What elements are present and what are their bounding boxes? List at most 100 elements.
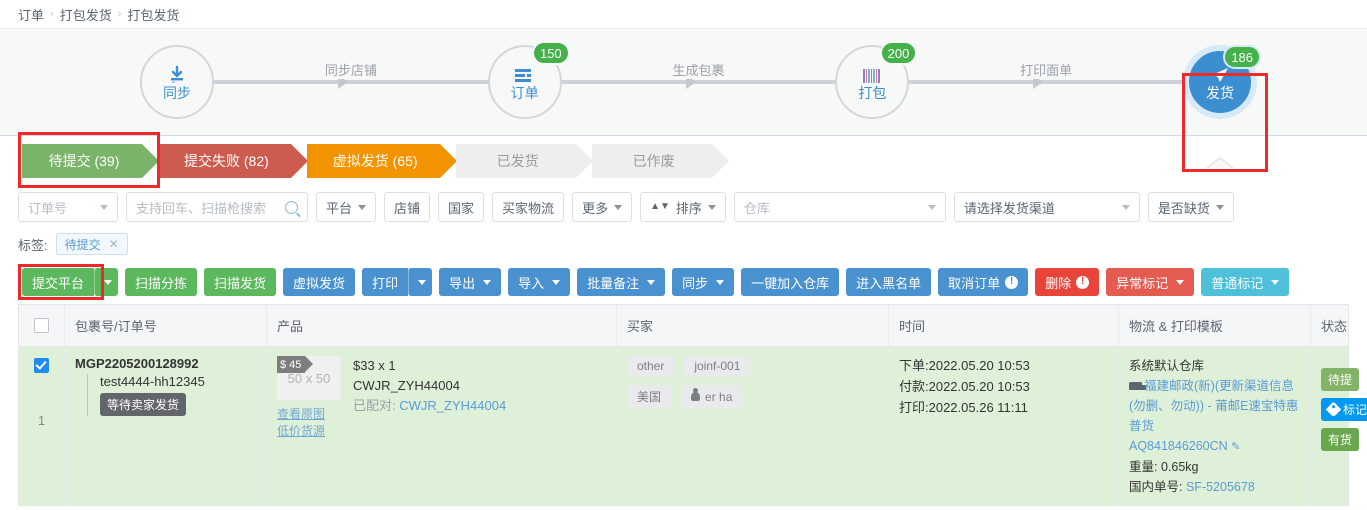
sub-order-block: test4444-hh12345 等待卖家发货 [87, 374, 256, 416]
scan-ship-button[interactable]: 扫描发货 [204, 268, 277, 296]
breadcrumb-item-1[interactable]: 打包发货 [60, 5, 112, 24]
submit-platform-dropdown-toggle[interactable] [94, 268, 119, 296]
step-badge-count: 150 [531, 41, 570, 65]
truck-icon [1129, 382, 1146, 390]
sync-button[interactable]: 同步 [672, 268, 735, 296]
order-field-select[interactable]: 订单号 [18, 192, 118, 222]
tracking-number[interactable]: AQ841846260CN [1129, 439, 1228, 453]
step-sync[interactable]: 同步 [140, 45, 214, 119]
row-index: 1 [37, 413, 46, 428]
tag-chip-pending[interactable]: 待提交 ✕ [55, 233, 128, 255]
time-order-placed: 下单:2022.05.20 10:53 [899, 358, 1030, 373]
step-ship[interactable]: 186 发货 [1183, 45, 1262, 119]
search-icon[interactable] [285, 200, 298, 214]
delete-button[interactable]: 删除! [1035, 268, 1100, 296]
logistics-channel[interactable]: 福建邮政(新)(更新渠道信息(勿删、勿动)) - 莆邮E速宝特惠普货 [1129, 379, 1298, 433]
import-button[interactable]: 导入 [508, 268, 571, 296]
tab-voided[interactable]: 已作废 [591, 144, 729, 178]
filter-stock[interactable]: 是否缺货 [1147, 192, 1234, 222]
buyer-tag-platform: other [627, 356, 675, 376]
button-label: 批量备注 [587, 275, 640, 291]
virtual-ship-button[interactable]: 虚拟发货 [283, 268, 356, 296]
edit-icon[interactable]: ✎ [1231, 441, 1240, 453]
row-checkbox[interactable] [34, 358, 49, 373]
button-label: 同步 [682, 275, 709, 291]
add-to-warehouse-button[interactable]: 一键加入仓库 [741, 268, 840, 296]
normal-mark-button[interactable]: 普通标记 [1201, 268, 1290, 296]
logistics-warehouse: 系统默认仓库 [1129, 359, 1205, 373]
filter-buyer-logistics[interactable]: 买家物流 [492, 192, 565, 222]
filter-label: 更多 [582, 200, 609, 216]
sort-updown-icon: ▲▼ [650, 201, 670, 212]
filter-label: 店铺 [394, 200, 421, 216]
chevron-down-icon [358, 204, 367, 210]
print-dropdown-toggle[interactable] [408, 268, 433, 296]
tab-label: 虚拟发货 (65) [332, 153, 418, 169]
chevron-down-icon [1176, 279, 1185, 285]
step-label: 打包 [858, 84, 887, 101]
filter-sort[interactable]: ▲▼ 排序 [640, 192, 726, 222]
step-order[interactable]: 150 订单 [487, 41, 570, 119]
print-button-group[interactable]: 打印 [362, 268, 433, 296]
export-button[interactable]: 导出 [439, 268, 502, 296]
chevron-down-icon [614, 204, 623, 210]
action-toolbar: 提交平台 扫描分拣 扫描发货 虚拟发货 打印 导出 导入 批量备注 同步 一键加… [0, 260, 1367, 304]
select-all-checkbox[interactable] [34, 318, 49, 333]
filter-more[interactable]: 更多 [572, 192, 633, 222]
domestic-label: 国内单号: [1129, 479, 1183, 494]
step-pack[interactable]: 200 打包 [835, 41, 918, 119]
connector-sync-order: 同步店铺 [208, 45, 494, 119]
view-original-link[interactable]: 查看原图 [277, 406, 341, 423]
filter-warehouse-select[interactable]: 仓库 [733, 192, 946, 222]
filter-channel-select[interactable]: 请选择发货渠道 [953, 192, 1140, 222]
status-tabs: 待提交 (39) 提交失败 (82) 虚拟发货 (65) 已发货 已作废 [0, 132, 1367, 188]
order-field-value: 订单号 [28, 200, 68, 216]
button-label: 导出 [449, 275, 476, 291]
filter-label: 平台 [326, 200, 353, 216]
search-input[interactable]: 支持回车、扫描枪搜索 [126, 192, 308, 222]
header-product: 产品 [267, 305, 617, 346]
tab-submit-failed[interactable]: 提交失败 (82) [158, 144, 308, 178]
package-number[interactable]: MGP2205200128992 [75, 356, 256, 371]
connector-pack-ship: 打印面单 [903, 45, 1190, 119]
tag-label: 标签: [18, 237, 48, 253]
batch-remark-button[interactable]: 批量备注 [577, 268, 666, 296]
domestic-tracking-no[interactable]: SF-5205678 [1186, 480, 1255, 494]
chevron-down-icon [552, 279, 561, 285]
filter-platform[interactable]: 平台 [316, 192, 377, 222]
header-logistics-template: 物流 & 打印模板 [1119, 305, 1311, 346]
filter-shop[interactable]: 店铺 [384, 192, 431, 222]
time-printed: 打印:2022.05.26 11:11 [899, 399, 1028, 415]
blacklist-button[interactable]: 进入黑名单 [846, 268, 932, 296]
warning-icon: ! [1076, 275, 1090, 289]
abnormal-mark-button[interactable]: 异常标记 [1106, 268, 1195, 296]
scan-sort-button[interactable]: 扫描分拣 [125, 268, 198, 296]
table-row: 1 MGP2205200128992 test4444-hh12345 等待卖家… [19, 347, 1367, 506]
step-badge-count: 200 [879, 41, 918, 65]
chevron-down-icon [927, 204, 936, 210]
button-label: 扫描发货 [214, 275, 267, 291]
submit-platform-button[interactable]: 提交平台 [22, 268, 95, 296]
filter-country[interactable]: 国家 [438, 192, 485, 222]
breadcrumb-item-2: 打包发货 [127, 7, 180, 23]
sub-order-number[interactable]: test4444-hh12345 [100, 374, 256, 389]
close-icon[interactable]: ✕ [109, 237, 119, 251]
product-thumbnail[interactable]: $ 45 50 x 50 [277, 356, 341, 400]
print-button[interactable]: 打印 [362, 268, 409, 296]
cheap-source-link[interactable]: 低价货源 [277, 423, 341, 440]
status-pill-mark[interactable]: 标记 [1321, 398, 1367, 421]
submit-platform-button-group[interactable]: 提交平台 [22, 268, 119, 296]
tab-virtual-ship[interactable]: 虚拟发货 (65) [306, 144, 457, 178]
product-info: $33 x 1 CWJR_ZYH44004 已配对: CWJR_ZYH44004 [353, 356, 506, 441]
cancel-order-button[interactable]: 取消订单! [938, 268, 1029, 296]
tab-shipped[interactable]: 已发货 [455, 144, 593, 178]
button-label: 异常标记 [1116, 275, 1169, 291]
buyer-name-tag[interactable]: er ha [681, 385, 743, 408]
package-order-cell: MGP2205200128992 test4444-hh12345 等待卖家发货 [65, 347, 267, 506]
matched-sku-link[interactable]: CWJR_ZYH44004 [399, 398, 506, 413]
chevron-down-icon [100, 204, 108, 210]
breadcrumb-item-0[interactable]: 订单 [18, 5, 44, 24]
price-tag: $ 45 [277, 356, 314, 373]
filter-label: 仓库 [743, 200, 770, 216]
tab-pending-submit[interactable]: 待提交 (39) [22, 144, 159, 178]
